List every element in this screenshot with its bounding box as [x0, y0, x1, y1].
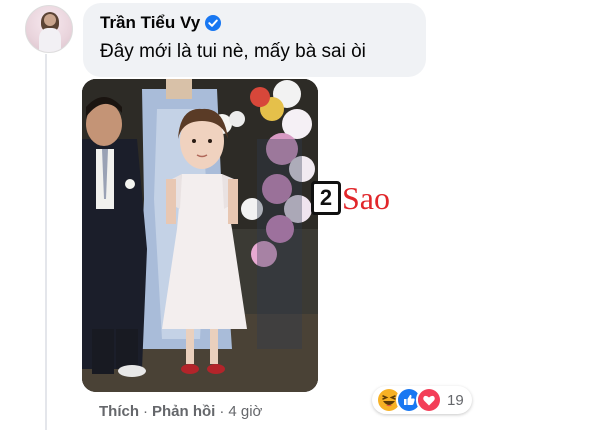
avatar-body [39, 28, 61, 52]
reaction-count: 19 [447, 391, 464, 409]
comment-photo[interactable] [82, 79, 318, 392]
watermark-text: Sao [342, 180, 390, 216]
comment-bubble: Trần Tiểu Vy Đây mới là tui nè, mấy bà s… [83, 3, 426, 77]
separator: · [143, 403, 148, 420]
avatar-face [44, 14, 56, 26]
comment-text: Đây mới là tui nè, mấy bà sai òi [100, 41, 366, 62]
author-row: Trần Tiểu Vy [100, 13, 222, 33]
comment-actions: Thích · Phản hồi · 4 giờ [99, 403, 262, 420]
timestamp-link[interactable]: 4 giờ [228, 403, 262, 420]
like-link[interactable]: Thích [99, 403, 139, 420]
separator: · [219, 403, 225, 420]
watermark-logo: 2 Sao [311, 181, 390, 215]
avatar[interactable] [25, 5, 73, 53]
reactions-summary[interactable]: 19 [372, 386, 472, 414]
verified-badge-icon [205, 15, 222, 31]
reply-link[interactable]: Phản hồi [152, 403, 215, 420]
love-icon [416, 387, 442, 413]
watermark-number: 2 [311, 181, 341, 215]
thread-line [45, 54, 47, 430]
author-name[interactable]: Trần Tiểu Vy [100, 13, 200, 33]
